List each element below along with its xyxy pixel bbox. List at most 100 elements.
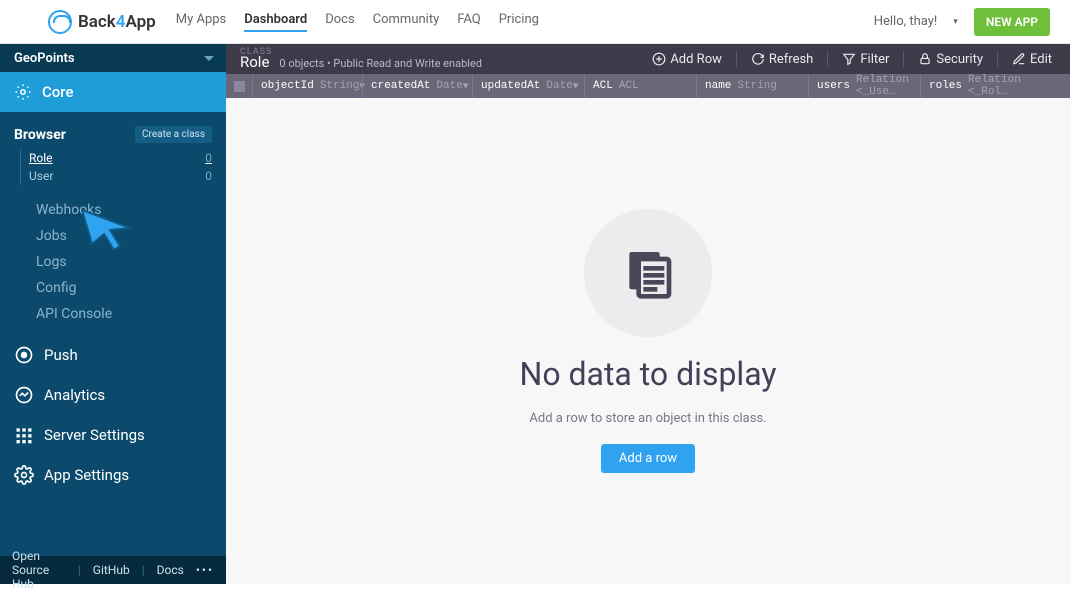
column-type: Relation <_Rol…: [968, 74, 1024, 98]
app-name: GeoPoints: [14, 51, 75, 66]
app-settings-icon: [14, 465, 34, 485]
analytics-icon: [14, 385, 34, 405]
toolbar-actions: Add Row Refresh Filter Security: [644, 48, 1070, 71]
footer-more-icon[interactable]: •••: [196, 563, 214, 577]
class-tag: CLASS: [240, 48, 482, 56]
class-row-user[interactable]: User0: [29, 167, 212, 185]
greeting-dropdown-icon[interactable]: ▾: [953, 17, 958, 27]
top-nav-right: Hello, thay! ▾ NEW APP: [874, 8, 1050, 36]
greeting-text: Hello, thay!: [874, 14, 938, 29]
class-list: Role0User0: [20, 149, 212, 185]
class-count: 0: [205, 151, 212, 165]
column-type: Relation <_Use…: [856, 74, 912, 98]
tool-sep: [827, 51, 828, 67]
push-label: Push: [44, 346, 78, 364]
browser-title[interactable]: Browser: [14, 127, 66, 143]
core-label: Core: [42, 83, 74, 101]
tool-sep: [903, 51, 904, 67]
column-type: String: [737, 80, 777, 92]
filter-label: Filter: [860, 52, 889, 67]
column-type: Date: [436, 80, 462, 92]
sidebar-item-api-console[interactable]: API Console: [36, 301, 212, 327]
class-count: 0: [205, 169, 212, 183]
filter-icon: [842, 52, 856, 66]
class-meta: 0 objects • Public Read and Write enable…: [279, 57, 482, 70]
footer-link-github[interactable]: GitHub: [93, 563, 130, 577]
sidebar-app-settings[interactable]: App Settings: [0, 455, 226, 495]
class-name: Role: [240, 53, 269, 71]
nav-links: My Apps Dashboard Docs Community FAQ Pricing: [176, 12, 539, 32]
class-row-role[interactable]: Role0: [29, 149, 212, 167]
core-section[interactable]: Core: [0, 72, 226, 112]
nav-link-community[interactable]: Community: [373, 12, 440, 32]
server-settings-icon: [14, 425, 34, 445]
column-header-acl[interactable]: ACL ACL: [584, 74, 696, 98]
main-area: GeoPoints Core Browser Create a class Ro…: [0, 44, 1070, 584]
column-header-users[interactable]: users Relation <_Use…: [808, 74, 920, 98]
edit-icon: [1012, 52, 1026, 66]
column-header-name[interactable]: name String: [696, 74, 808, 98]
sidebar-server-settings[interactable]: Server Settings: [0, 415, 226, 455]
column-header-roles[interactable]: roles Relation <_Rol…: [920, 74, 1032, 98]
server-settings-label: Server Settings: [44, 426, 145, 444]
nav-link-dashboard[interactable]: Dashboard: [244, 12, 307, 32]
footer-link-open-source-hub[interactable]: Open Source Hub: [12, 549, 66, 591]
sidebar-item-webhooks[interactable]: Webhooks: [36, 197, 212, 223]
refresh-button[interactable]: Refresh: [743, 48, 821, 71]
column-name: users: [817, 80, 850, 92]
lock-icon: [918, 52, 932, 66]
checkbox-icon: [234, 81, 245, 92]
sidebar-analytics[interactable]: Analytics: [0, 375, 226, 415]
footer-sep: |: [78, 563, 81, 577]
top-nav-left: Back4App My Apps Dashboard Docs Community FA…: [48, 10, 539, 34]
column-name: createdAt: [371, 80, 430, 92]
empty-add-row-button[interactable]: Add a row: [601, 444, 695, 473]
column-header-objectid[interactable]: objectIdString▾: [252, 74, 362, 98]
class-toolbar: CLASS Role 0 objects • Public Read and W…: [226, 44, 1070, 74]
brand-logo[interactable]: Back4App: [48, 10, 156, 34]
edit-button[interactable]: Edit: [1004, 48, 1060, 71]
filter-button[interactable]: Filter: [834, 48, 897, 71]
new-app-button[interactable]: NEW APP: [974, 8, 1050, 36]
tool-sep: [997, 51, 998, 67]
column-header-createdat[interactable]: createdAt Date▾: [362, 74, 472, 98]
footer-sep: |: [142, 563, 145, 577]
browser-head: Browser Create a class: [14, 126, 212, 143]
refresh-label: Refresh: [769, 52, 813, 67]
column-name: updatedAt: [481, 80, 540, 92]
column-type: ACL: [619, 80, 639, 92]
security-button[interactable]: Security: [910, 48, 991, 71]
nav-link-my-apps[interactable]: My Apps: [176, 12, 227, 32]
brand-text: Back4App: [78, 12, 156, 32]
nav-link-docs[interactable]: Docs: [325, 12, 354, 32]
sidebar: GeoPoints Core Browser Create a class Ro…: [0, 44, 226, 584]
documents-icon: [620, 245, 676, 301]
add-row-button[interactable]: Add Row: [644, 48, 730, 71]
column-header-updatedat[interactable]: updatedAtDate▾: [472, 74, 584, 98]
app-selector[interactable]: GeoPoints: [0, 44, 226, 72]
column-name: ACL: [593, 80, 613, 92]
column-name: objectId: [261, 80, 314, 92]
empty-state-circle: [584, 209, 712, 337]
column-name: roles: [929, 80, 962, 92]
sidebar-menu: WebhooksJobsLogsConfigAPI Console: [0, 191, 226, 335]
column-name: name: [705, 80, 731, 92]
sidebar-item-logs[interactable]: Logs: [36, 249, 212, 275]
tool-sep: [736, 51, 737, 67]
brand-icon: [48, 10, 72, 34]
nav-link-pricing[interactable]: Pricing: [499, 12, 539, 32]
sort-icon: ▾: [573, 79, 579, 93]
sidebar-item-config[interactable]: Config: [36, 275, 212, 301]
sort-icon: ▾: [463, 79, 469, 93]
sidebar-item-jobs[interactable]: Jobs: [36, 223, 212, 249]
add-row-label: Add Row: [670, 52, 722, 67]
nav-link-faq[interactable]: FAQ: [457, 12, 480, 32]
empty-state: No data to display Add a row to store an…: [226, 98, 1070, 584]
footer-link-docs[interactable]: Docs: [157, 563, 184, 577]
content-area: CLASS Role 0 objects • Public Read and W…: [226, 44, 1070, 584]
create-class-button[interactable]: Create a class: [135, 126, 212, 143]
empty-title: No data to display: [519, 355, 776, 393]
core-icon: [14, 83, 32, 101]
sidebar-push[interactable]: Push: [0, 335, 226, 375]
select-all-column[interactable]: [226, 81, 252, 92]
